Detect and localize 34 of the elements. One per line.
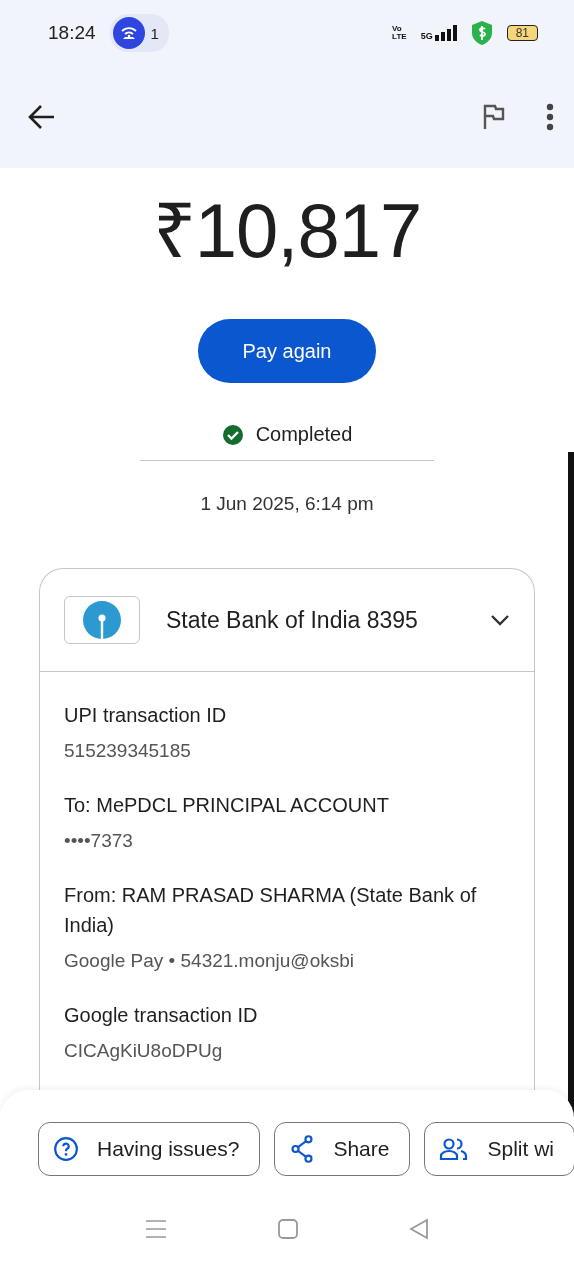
share-icon bbox=[289, 1135, 316, 1163]
more-options-icon[interactable] bbox=[546, 103, 554, 131]
people-icon bbox=[439, 1137, 470, 1161]
detail-value: CICAgKiU8oDPUg bbox=[64, 1040, 224, 1062]
detail-label: To: MePDCL PRINCIPAL ACCOUNT bbox=[64, 793, 390, 818]
volte-label: Vo LTE bbox=[392, 25, 407, 41]
notification-count: 1 bbox=[150, 24, 159, 42]
detail-label: From: RAM PRASAD SHARMA (State Bank of India) bbox=[64, 883, 478, 938]
action-chip[interactable]: Split wi bbox=[424, 1122, 574, 1176]
home-square-icon[interactable] bbox=[278, 1219, 298, 1239]
shield-dollar-icon bbox=[470, 20, 493, 46]
bank-account-name[interactable]: State Bank of India 8395 bbox=[166, 606, 464, 634]
detail-value: 515239345185 bbox=[64, 740, 192, 762]
back-triangle-icon[interactable] bbox=[408, 1218, 429, 1240]
pay-again-button[interactable]: Pay again bbox=[198, 319, 376, 383]
help-icon bbox=[53, 1136, 79, 1162]
battery-level: 81 bbox=[506, 25, 538, 41]
detail-label: UPI transaction ID bbox=[64, 703, 228, 728]
chevron-down-icon[interactable] bbox=[490, 614, 510, 626]
flag-icon[interactable] bbox=[482, 104, 506, 130]
detail-value: Google Pay • 54321.monju@oksbi bbox=[64, 950, 355, 972]
amount: ₹10,817 bbox=[152, 187, 422, 275]
bank-logo-icon bbox=[64, 596, 140, 644]
action-chip[interactable]: Having issues? bbox=[38, 1122, 261, 1176]
network-label: 5G bbox=[420, 31, 433, 41]
transaction-date: 1 Jun 2025, 6:14 pm bbox=[200, 493, 374, 515]
action-chip[interactable]: Share bbox=[274, 1122, 411, 1176]
back-arrow-icon[interactable] bbox=[28, 104, 56, 130]
hotspot-icon bbox=[112, 17, 145, 49]
detail-label: Google transaction ID bbox=[64, 1003, 259, 1028]
detail-value: ••••7373 bbox=[64, 830, 134, 852]
status-time: 18:24 bbox=[48, 22, 96, 44]
status-label: Completed bbox=[255, 423, 353, 446]
signal-icon bbox=[434, 25, 457, 41]
